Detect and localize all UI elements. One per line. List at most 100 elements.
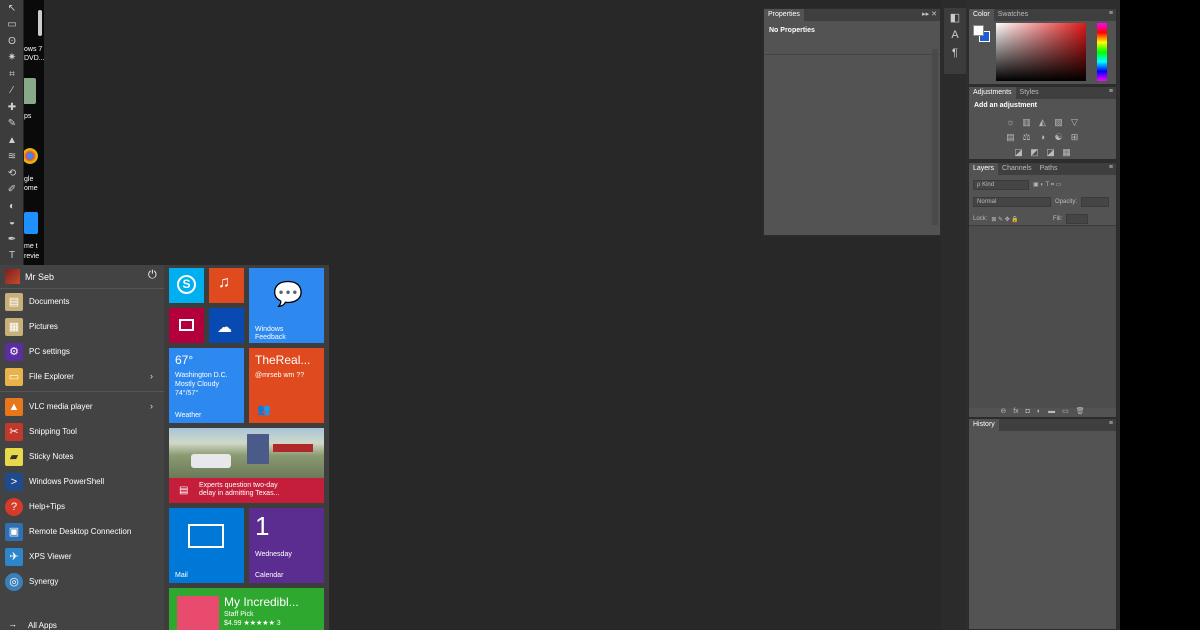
chrome-icon[interactable] bbox=[22, 148, 38, 164]
lock-icons[interactable]: ⊠ ✎ ✥ 🔒 bbox=[991, 216, 1019, 223]
history-brush-tool-icon[interactable]: ≋ bbox=[0, 149, 24, 166]
dodge-tool-icon[interactable]: ◒ bbox=[0, 215, 24, 232]
brightness-icon[interactable]: ☼ bbox=[1005, 117, 1016, 127]
filter-icons[interactable]: ▣ ◐ T ⌗ ▭ bbox=[1033, 181, 1061, 189]
tile-windows-feedback[interactable]: 💬 Windows Feedback bbox=[249, 268, 324, 343]
tile-skype[interactable]: S bbox=[169, 268, 204, 303]
lasso-tool-icon[interactable]: ʘ bbox=[0, 33, 24, 50]
chevron-right-icon[interactable]: › bbox=[150, 371, 153, 381]
power-icon[interactable]: ⏻ bbox=[148, 269, 157, 282]
menu-item-snipping-tool[interactable]: ✂ Snipping Tool bbox=[0, 419, 164, 444]
windows-icon[interactable] bbox=[24, 212, 38, 234]
tile-store[interactable]: My Incredibl... Staff Pick $4.99 ★★★★★ 3 bbox=[169, 588, 324, 630]
posterize-icon[interactable]: ◩ bbox=[1029, 147, 1040, 157]
delete-layer-icon[interactable]: 🗑 bbox=[1076, 407, 1085, 417]
menu-item-powershell[interactable]: > Windows PowerShell bbox=[0, 469, 164, 494]
foreground-color-swatch[interactable] bbox=[973, 25, 984, 36]
menu-item-remote-desktop[interactable]: ▣ Remote Desktop Connection bbox=[0, 519, 164, 544]
user-row[interactable]: Mr Seb bbox=[0, 265, 164, 289]
panel-menu-icon[interactable]: ≡ bbox=[1109, 88, 1113, 95]
tile-onedrive[interactable]: ☁ bbox=[209, 308, 244, 343]
menu-item-help-tips[interactable]: ? Help+Tips bbox=[0, 494, 164, 519]
menu-item-synergy[interactable]: ◎ Synergy bbox=[0, 569, 164, 594]
tab-properties[interactable]: Properties bbox=[764, 9, 804, 21]
hue-saturation-icon[interactable]: ▤ bbox=[1005, 132, 1016, 142]
blur-tool-icon[interactable]: ◐ bbox=[0, 198, 24, 215]
menu-item-pictures[interactable]: ▦ Pictures bbox=[0, 314, 164, 339]
all-apps-link[interactable]: All Apps bbox=[28, 621, 57, 630]
panel-menu-icon[interactable]: ≡ bbox=[1109, 420, 1113, 427]
paragraph-dock-icon[interactable]: ¶ bbox=[944, 44, 966, 62]
hue-slider[interactable] bbox=[1097, 23, 1107, 81]
fill-input[interactable] bbox=[1066, 214, 1089, 224]
menu-item-sticky-notes[interactable]: ▰ Sticky Notes bbox=[0, 444, 164, 469]
tile-people[interactable]: TheReal... @mrseb wm ?? 👥 bbox=[249, 348, 324, 423]
tab-layers[interactable]: Layers bbox=[969, 163, 999, 175]
tile-calendar[interactable]: 1 Wednesday Calendar bbox=[249, 508, 324, 583]
properties-scrollbar[interactable] bbox=[932, 49, 938, 225]
photo-filter-icon[interactable]: ☯ bbox=[1053, 132, 1064, 142]
magic-wand-tool-icon[interactable]: ✷ bbox=[0, 50, 24, 67]
tile-weather[interactable]: 67° Washington D.C. Mostly Cloudy 74°/57… bbox=[169, 348, 244, 423]
tile-news[interactable]: ▤ Experts question two-day delay in admi… bbox=[169, 428, 324, 503]
layer-style-icon[interactable]: fx bbox=[1013, 407, 1018, 417]
exposure-icon[interactable]: ▨ bbox=[1053, 117, 1064, 127]
layers-list[interactable] bbox=[969, 225, 1116, 408]
adjustments-tabbar: Adjustments Styles ≡ bbox=[969, 87, 1116, 99]
menu-item-pc-settings[interactable]: ⚙ PC settings bbox=[0, 339, 164, 364]
group-icon[interactable]: ▬ bbox=[1048, 407, 1055, 417]
panel-menu-icon[interactable]: ≡ bbox=[1109, 10, 1113, 17]
channel-mixer-icon[interactable]: ⊞ bbox=[1069, 132, 1080, 142]
layers-tabbar: Layers Channels Paths ≡ bbox=[969, 163, 1116, 175]
blend-mode-select[interactable]: Normal bbox=[973, 197, 1051, 207]
chevron-right-icon[interactable]: › bbox=[150, 401, 153, 411]
menu-item-vlc[interactable]: ▲ VLC media player › bbox=[0, 394, 164, 419]
pen-tool-icon[interactable]: ✒ bbox=[0, 231, 24, 248]
tab-styles[interactable]: Styles bbox=[1016, 87, 1043, 99]
character-dock-icon[interactable]: A bbox=[944, 26, 966, 44]
levels-icon[interactable]: ▥ bbox=[1021, 117, 1032, 127]
healing-brush-tool-icon[interactable]: ✚ bbox=[0, 99, 24, 116]
desktop-label: ows 7 bbox=[24, 46, 43, 53]
adjustment-layer-icon[interactable]: ◐ bbox=[1037, 407, 1041, 417]
tab-channels[interactable]: Channels bbox=[998, 163, 1036, 175]
invert-icon[interactable]: ◪ bbox=[1013, 147, 1024, 157]
color-picker-field[interactable] bbox=[996, 23, 1086, 81]
tile-music[interactable]: ♫ bbox=[209, 268, 244, 303]
link-layers-icon[interactable]: ⊖ bbox=[1000, 407, 1006, 417]
tile-mail[interactable]: Mail bbox=[169, 508, 244, 583]
color-balance-icon[interactable]: ⚖ bbox=[1021, 132, 1032, 142]
move-tool-icon[interactable]: ↖ bbox=[0, 0, 24, 17]
curves-icon[interactable]: ◭ bbox=[1037, 117, 1048, 127]
panel-menu-icon[interactable]: ≡ bbox=[1109, 164, 1113, 171]
tab-color[interactable]: Color bbox=[969, 9, 994, 21]
dvd-icon[interactable] bbox=[38, 10, 42, 36]
marquee-tool-icon[interactable]: ▭ bbox=[0, 17, 24, 34]
eraser-tool-icon[interactable]: ⟲ bbox=[0, 165, 24, 182]
clone-stamp-tool-icon[interactable]: ▲ bbox=[0, 132, 24, 149]
tab-swatches[interactable]: Swatches bbox=[994, 9, 1032, 21]
black-white-icon[interactable]: ◑ bbox=[1037, 132, 1048, 142]
app-icon[interactable] bbox=[22, 78, 36, 104]
opacity-input[interactable] bbox=[1081, 197, 1110, 207]
new-layer-icon[interactable]: ▭ bbox=[1062, 407, 1069, 417]
properties-dock-icon[interactable]: ◧ bbox=[944, 8, 966, 26]
crop-tool-icon[interactable]: ⌗ bbox=[0, 66, 24, 83]
paint-bucket-tool-icon[interactable]: ✐ bbox=[0, 182, 24, 199]
tile-video[interactable] bbox=[169, 308, 204, 343]
eyedropper-tool-icon[interactable]: ⁄ bbox=[0, 83, 24, 100]
tab-history[interactable]: History bbox=[969, 419, 999, 431]
tab-adjustments[interactable]: Adjustments bbox=[969, 87, 1016, 99]
vibrance-icon[interactable]: ▽ bbox=[1069, 117, 1080, 127]
type-tool-icon[interactable]: T bbox=[0, 248, 24, 265]
layer-kind-select[interactable]: ρ Kind bbox=[973, 180, 1029, 190]
menu-item-file-explorer[interactable]: ▭ File Explorer › bbox=[0, 364, 164, 389]
layer-mask-icon[interactable]: ◘ bbox=[1026, 407, 1030, 417]
threshold-icon[interactable]: ◪ bbox=[1045, 147, 1056, 157]
menu-item-xps-viewer[interactable]: ✈ XPS Viewer bbox=[0, 544, 164, 569]
gradient-map-icon[interactable]: ▦ bbox=[1061, 147, 1072, 157]
panel-menu-icon[interactable]: ▸▸ ✕ bbox=[922, 10, 937, 18]
menu-item-documents[interactable]: ▤ Documents bbox=[0, 289, 164, 314]
tab-paths[interactable]: Paths bbox=[1036, 163, 1062, 175]
brush-tool-icon[interactable]: ✎ bbox=[0, 116, 24, 133]
